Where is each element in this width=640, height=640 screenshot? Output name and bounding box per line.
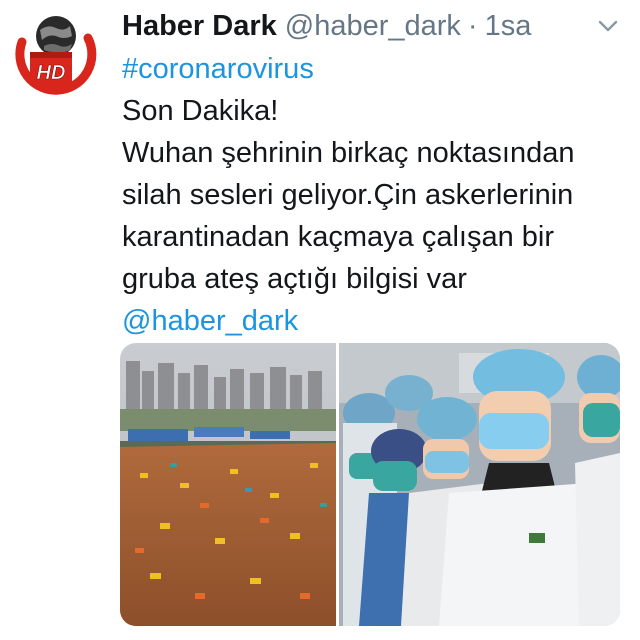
hashtag-link[interactable]: #coronarovirus [122, 48, 622, 90]
tweet-text: #coronarovirus Son Dakika! Wuhan şehrini… [122, 48, 622, 342]
mention-link[interactable]: @haber_dark [122, 300, 622, 342]
tweet-media [120, 343, 620, 626]
tweet: HD Haber Dark @haber_dark · 1sa #coronar… [0, 0, 640, 640]
haber-dark-logo: HD [10, 10, 98, 98]
user-handle[interactable]: @haber_dark [285, 10, 461, 43]
avatar[interactable]: HD [8, 6, 100, 98]
tweet-line: Son Dakika! [122, 95, 279, 127]
separator-dot: · [467, 9, 478, 42]
display-name[interactable]: Haber Dark [122, 10, 277, 43]
svg-text:HD: HD [37, 62, 66, 84]
tweet-line: Wuhan şehrinin birkaç noktasından [122, 137, 575, 169]
medical-workers-photo[interactable] [339, 343, 620, 626]
tweet-header: Haber Dark @haber_dark · 1sa [122, 4, 531, 48]
tweet-line: karantinadan kaçmaya çalışan bir [122, 221, 555, 253]
chevron-down-icon[interactable] [596, 14, 620, 38]
timestamp[interactable]: 1sa [485, 10, 532, 43]
construction-site-photo[interactable] [120, 343, 336, 626]
tweet-line: gruba ateş açtığı bilgisi var [122, 263, 467, 295]
tweet-line: silah sesleri geliyor.Çin askerlerinin [122, 179, 574, 211]
